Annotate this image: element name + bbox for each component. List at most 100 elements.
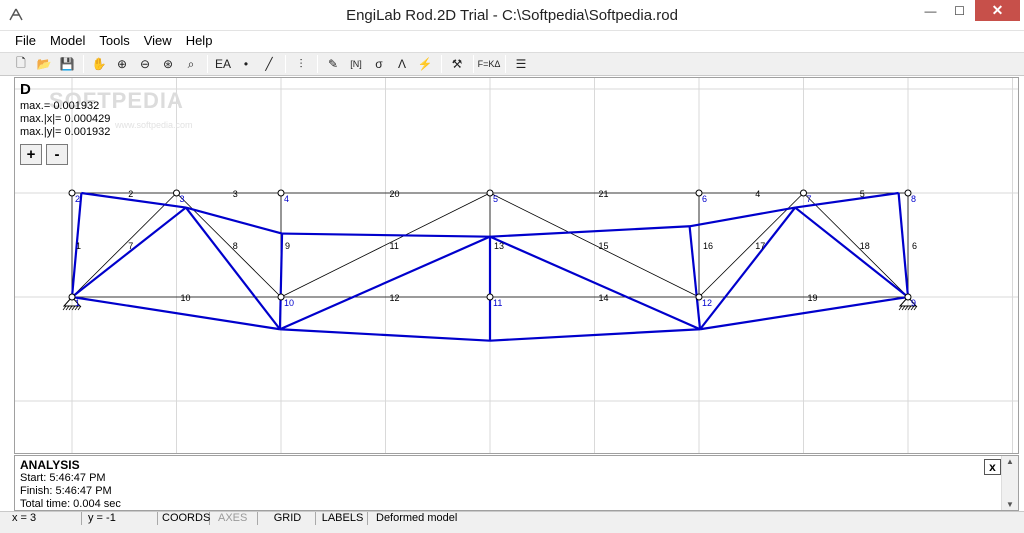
rod-label: 10 [181,293,191,303]
rod-label: 11 [390,241,399,251]
rod-deformed [185,206,283,235]
rod-deformed [489,235,701,331]
analysis-close-button[interactable]: x [984,459,1001,475]
support-hatch [901,305,906,311]
rod-label: 17 [755,241,765,251]
rod-label: 1 [76,241,81,251]
analysis-title: ANALYSIS [20,458,80,472]
node-label: 6 [702,194,707,204]
menu-help[interactable]: Help [179,32,220,50]
rod-deformed [489,328,701,342]
toolbar-separator [317,55,318,73]
toolbar-separator [285,55,286,73]
rod-label: 21 [599,189,609,199]
scroll-down-icon[interactable]: ▼ [1006,500,1014,509]
support-hatch [898,305,903,311]
node-label: 2 [75,194,80,204]
grid-toggle[interactable]: GRID [260,512,316,525]
result-type-title: D [20,81,31,98]
rod-label: 3 [233,189,238,199]
rod-label: 20 [390,189,400,199]
node-label: 1 [75,298,80,308]
menu-file[interactable]: File [8,32,43,50]
menu-tools[interactable]: Tools [92,32,136,50]
report-icon[interactable]: ☰ [510,54,532,74]
rod-label: 15 [599,241,609,251]
rod-deformed [278,233,284,330]
rod-label: 2 [128,189,133,199]
labels-toggle[interactable]: LABELS [318,512,368,525]
rod-label: 12 [390,293,400,303]
rod-deformed [688,226,702,330]
pencil-icon[interactable]: ✎ [322,54,344,74]
rod-original [803,192,909,298]
node-label: 10 [284,298,294,308]
coords-toggle[interactable]: COORDS [158,512,210,525]
rod-label: 9 [285,241,290,251]
rod-deformed [71,295,281,331]
rod-deformed [794,206,909,298]
new-file-icon[interactable]: 🗋 [10,54,32,74]
toolbar-separator [207,55,208,73]
zoom-in-icon[interactable]: ⊕ [111,54,133,74]
node-icon[interactable]: • [235,54,257,74]
rod-deformed [897,192,910,298]
maximize-button[interactable]: ☐ [946,0,973,21]
analysis-scrollbar[interactable]: ▲ ▼ [1001,456,1018,510]
node-label: 9 [911,298,916,308]
node-label: 3 [180,194,185,204]
rod-label: 13 [494,241,504,251]
node-label: 11 [493,298,502,308]
zoom-out-icon[interactable]: ⊖ [134,54,156,74]
close-button[interactable]: ✕ [975,0,1020,21]
minimize-button[interactable]: — [917,0,944,21]
rod-label: 4 [755,189,760,199]
deformed-icon[interactable]: Λ [391,54,413,74]
tools-icon[interactable]: ⚒ [446,54,468,74]
support-icon[interactable]: ⫶ [290,54,312,74]
zoom-extents-icon[interactable]: ⊛ [157,54,179,74]
rod-icon[interactable]: ╱ [258,54,280,74]
status-bar: x = 3 y = -1 COORDS AXES GRID LABELS Def… [0,511,1024,533]
scroll-up-icon[interactable]: ▲ [1006,457,1014,466]
rod-deformed [699,295,909,331]
lightning-icon[interactable]: ⚡ [414,54,436,74]
stiffness-equation-icon[interactable]: F=KΔ [478,54,501,74]
rod-label: 8 [233,241,238,251]
toolbar-separator [473,55,474,73]
save-icon[interactable]: 💾 [56,54,78,74]
rod-label: 5 [860,189,865,199]
menu-view[interactable]: View [137,32,179,50]
rod-deformed [279,328,491,342]
menu-model[interactable]: Model [43,32,92,50]
analysis-finish: Finish: 5:46:47 PM [20,485,112,497]
stress-icon[interactable]: σ [368,54,390,74]
model-canvas[interactable]: 1 2 3 20 21 4 5 6 7 8 9 10 11 12 13 14 15 16 17 18 19 1 2 3 4 5 6 7… [14,77,1019,454]
open-folder-icon[interactable]: 📂 [33,54,55,74]
toolbar-separator [505,55,506,73]
scale-decrease-button[interactable]: - [46,144,68,165]
zoom-window-icon[interactable]: ⌕ [180,54,202,74]
rod-deformed [81,191,187,209]
rod-label: 18 [860,241,870,251]
max-y-displacement: max.|y|= 0.001932 [20,126,111,138]
node-label: 12 [702,298,712,308]
axial-force-icon[interactable]: [N] [345,54,367,74]
truss-drawing[interactable]: 12 3 20 21 4 567 8 9101112131415 16 17 181912 3 4 5 6 7… [15,78,1019,454]
status-mode: Deformed model [376,512,458,524]
rod-deformed [185,206,281,330]
scale-increase-button[interactable]: + [20,144,42,165]
pan-hand-icon[interactable]: ✋ [88,54,110,74]
analysis-total-time: Total time: 0.004 sec [20,498,121,510]
rod-label: 7 [128,241,133,251]
status-x-coord: x = 3 [8,512,82,525]
max-x-displacement: max.|x|= 0.000429 [20,113,111,125]
rod-deformed [699,206,797,330]
axes-toggle[interactable]: AXES [214,512,258,525]
window-title: EngiLab Rod.2D Trial - C:\Softpedia\Soft… [346,7,678,24]
support-hatch [62,305,67,311]
rod-label: 14 [599,293,609,303]
analysis-start: Start: 5:46:47 PM [20,472,106,484]
section-properties-icon[interactable]: EA [212,54,234,74]
node-label: 7 [807,194,812,204]
